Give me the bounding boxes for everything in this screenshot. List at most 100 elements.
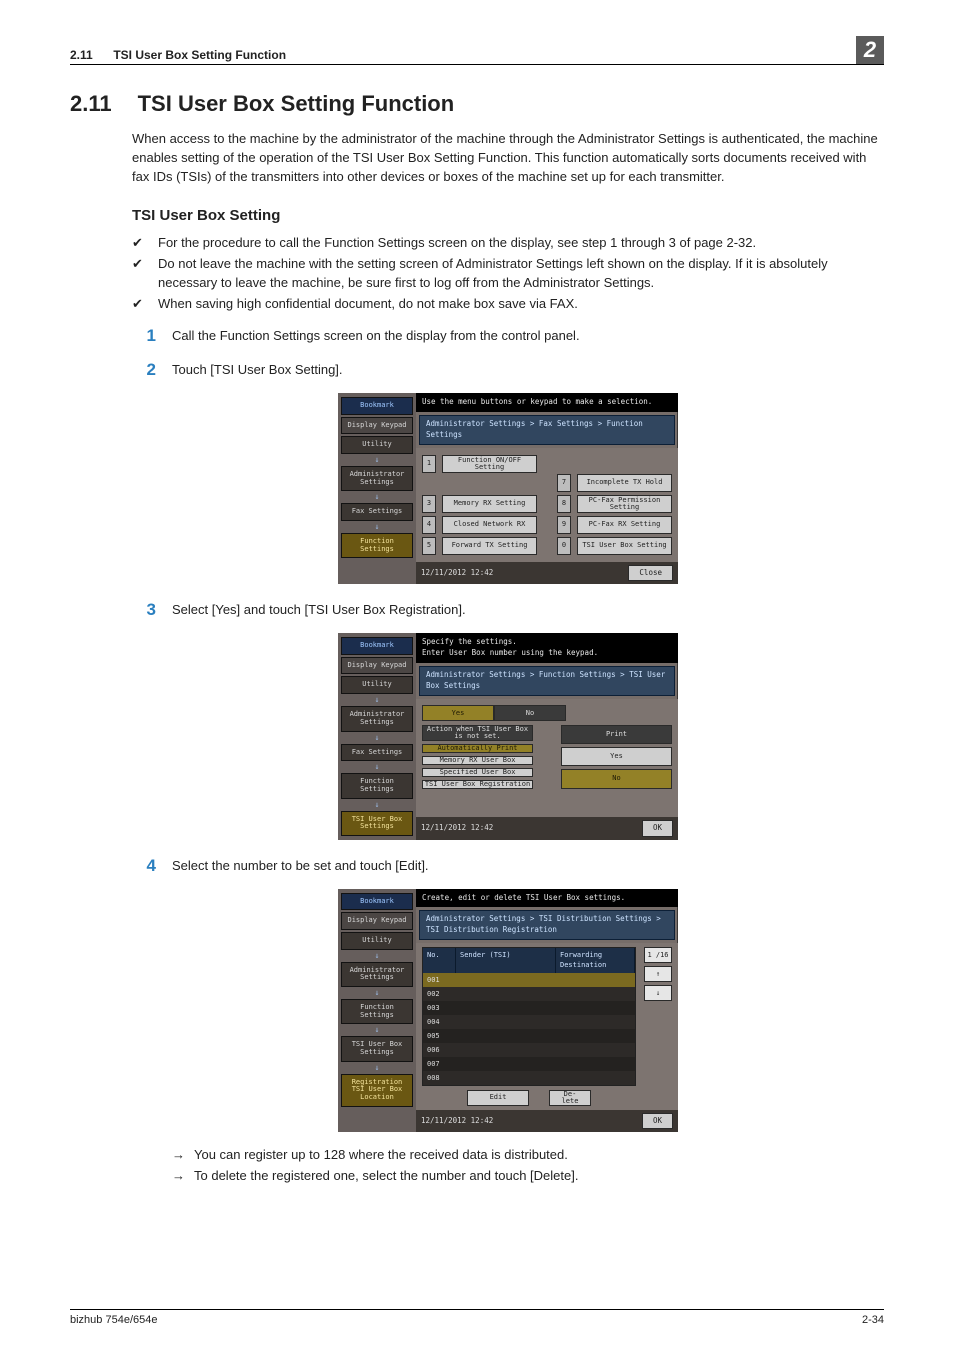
action-label: Action when TSI User Box is not set. <box>422 725 533 741</box>
fax-settings-button[interactable]: Fax Settings <box>341 744 413 762</box>
page-up-button[interactable]: ↑ <box>644 966 672 982</box>
close-button[interactable]: Close <box>628 565 673 582</box>
chevron-down-icon: ↓ <box>341 456 413 464</box>
tsi-user-box-button[interactable]: TSI User Box Setting <box>577 537 672 555</box>
note-item: To delete the registered one, select the… <box>172 1167 884 1186</box>
breadcrumb: Administrator Settings > TSI Distributio… <box>419 910 675 940</box>
breadcrumb: Administrator Settings > Function Settin… <box>419 666 675 696</box>
key-0[interactable]: 0 <box>557 537 571 555</box>
display-keypad-button[interactable]: Display Keypad <box>341 657 413 675</box>
delete-button[interactable]: De- lete <box>549 1090 591 1106</box>
table-row[interactable]: 002 <box>423 987 635 1001</box>
step-text: Touch [TSI User Box Setting]. <box>172 358 343 383</box>
key-1[interactable]: 1 <box>422 455 436 473</box>
prereq-item: Do not leave the machine with the settin… <box>132 255 884 293</box>
screenshot-tsi-registration: Bookmark Display Keypad Utility ↓ Admini… <box>338 889 678 1133</box>
tsi-table: No.Sender (TSI)Forwarding Destination 00… <box>422 947 636 1085</box>
key-9[interactable]: 9 <box>557 516 571 534</box>
fax-settings-button[interactable]: Fax Settings <box>341 503 413 521</box>
memory-rx-userbox-button[interactable]: Memory RX User Box <box>422 756 533 765</box>
bookmark-button[interactable]: Bookmark <box>341 397 413 415</box>
table-row[interactable]: 006 <box>423 1043 635 1057</box>
procedure-steps: 3 Select [Yes] and touch [TSI User Box Re… <box>132 598 884 623</box>
forward-tx-button[interactable]: Forward TX Setting <box>442 537 537 555</box>
key-3[interactable]: 3 <box>422 495 436 513</box>
chevron-down-icon: ↓ <box>341 763 413 771</box>
print-no-button[interactable]: No <box>561 769 672 788</box>
key-4[interactable]: 4 <box>422 516 436 534</box>
status-datetime: 12/11/2012 12:42 <box>421 1116 493 1127</box>
table-row[interactable]: 001 <box>423 973 635 987</box>
page-footer: bizhub 754e/654e 2-34 <box>70 1309 884 1326</box>
table-row[interactable]: 007 <box>423 1057 635 1071</box>
function-settings-button[interactable]: Function Settings <box>341 773 413 798</box>
pcfax-rx-button[interactable]: PC-Fax RX Setting <box>577 516 672 534</box>
tab-no[interactable]: No <box>494 705 566 721</box>
chevron-down-icon: ↓ <box>341 734 413 742</box>
step-text: Select [Yes] and touch [TSI User Box Reg… <box>172 598 466 623</box>
step-number: 1 <box>132 324 156 349</box>
page: 2.11 TSI User Box Setting Function 2 2.1… <box>0 0 954 1350</box>
registration-location-button[interactable]: Registration TSI User Box Location <box>341 1074 413 1107</box>
col-sender: Sender (TSI) <box>456 948 556 972</box>
table-row[interactable]: 008 <box>423 1071 635 1085</box>
print-label: Print <box>561 725 672 744</box>
pcfax-permission-button[interactable]: PC-Fax Permission Setting <box>577 495 672 513</box>
edit-button[interactable]: Edit <box>467 1090 529 1106</box>
chapter-badge: 2 <box>856 36 884 64</box>
table-row[interactable]: 003 <box>423 1001 635 1015</box>
intro-paragraph: When access to the machine by the admini… <box>132 130 884 187</box>
footer-model: bizhub 754e/654e <box>70 1314 157 1326</box>
screen-instruction: Specify the settings. Enter User Box num… <box>416 633 678 663</box>
step-number: 3 <box>132 598 156 623</box>
tsi-user-box-settings-button[interactable]: TSI User Box Settings <box>341 1036 413 1061</box>
page-down-button[interactable]: ↓ <box>644 985 672 1001</box>
ok-button[interactable]: OK <box>642 820 673 837</box>
tsi-user-box-settings-button[interactable]: TSI User Box Settings <box>341 811 413 836</box>
chevron-down-icon: ↓ <box>341 801 413 809</box>
function-onoff-button[interactable]: Function ON/OFF Setting <box>442 455 537 473</box>
screenshot-tsi-settings: Bookmark Display Keypad Utility ↓ Admini… <box>338 633 678 840</box>
subsection-heading: TSI User Box Setting <box>132 205 884 227</box>
print-yes-button[interactable]: Yes <box>561 747 672 766</box>
screenshot-function-settings: Bookmark Display Keypad Utility ↓ Admini… <box>338 393 678 585</box>
bookmark-button[interactable]: Bookmark <box>341 637 413 655</box>
breadcrumb: Administrator Settings > Fax Settings > … <box>419 415 675 445</box>
procedure-steps: 1 Call the Function Settings screen on th… <box>132 324 884 383</box>
chevron-down-icon: ↓ <box>341 523 413 531</box>
ok-button[interactable]: OK <box>642 1113 673 1130</box>
utility-button[interactable]: Utility <box>341 676 413 694</box>
section-title: TSI User Box Setting Function <box>138 91 455 117</box>
key-5[interactable]: 5 <box>422 537 436 555</box>
incomplete-tx-hold-button[interactable]: Incomplete TX Hold <box>577 474 672 492</box>
utility-button[interactable]: Utility <box>341 932 413 950</box>
display-keypad-button[interactable]: Display Keypad <box>341 912 413 930</box>
auto-print-button[interactable]: Automatically Print <box>422 744 533 753</box>
key-7[interactable]: 7 <box>557 474 571 492</box>
header-section-title: TSI User Box Setting Function <box>113 48 286 62</box>
admin-settings-button[interactable]: Administrator Settings <box>341 962 413 987</box>
tab-yes[interactable]: Yes <box>422 705 494 721</box>
status-datetime: 12/11/2012 12:42 <box>421 823 493 834</box>
table-row[interactable]: 005 <box>423 1029 635 1043</box>
step-number: 4 <box>132 854 156 879</box>
admin-settings-button[interactable]: Administrator Settings <box>341 706 413 731</box>
function-settings-button[interactable]: Function Settings <box>341 999 413 1024</box>
display-keypad-button[interactable]: Display Keypad <box>341 417 413 435</box>
key-8[interactable]: 8 <box>557 495 571 513</box>
function-settings-button[interactable]: Function Settings <box>341 533 413 558</box>
footer-page: 2-34 <box>862 1314 884 1326</box>
chevron-down-icon: ↓ <box>341 952 413 960</box>
table-row[interactable]: 004 <box>423 1015 635 1029</box>
utility-button[interactable]: Utility <box>341 436 413 454</box>
tsi-registration-button[interactable]: TSI User Box Registration <box>422 780 533 789</box>
chevron-down-icon: ↓ <box>341 989 413 997</box>
step-text: Call the Function Settings screen on the… <box>172 324 580 349</box>
memory-rx-button[interactable]: Memory RX Setting <box>442 495 537 513</box>
bookmark-button[interactable]: Bookmark <box>341 893 413 911</box>
section-heading: 2.11 TSI User Box Setting Function <box>70 91 884 117</box>
prereq-item: For the procedure to call the Function S… <box>132 234 884 253</box>
closed-network-rx-button[interactable]: Closed Network RX <box>442 516 537 534</box>
admin-settings-button[interactable]: Administrator Settings <box>341 466 413 491</box>
specified-userbox-button[interactable]: Specified User Box <box>422 768 533 777</box>
